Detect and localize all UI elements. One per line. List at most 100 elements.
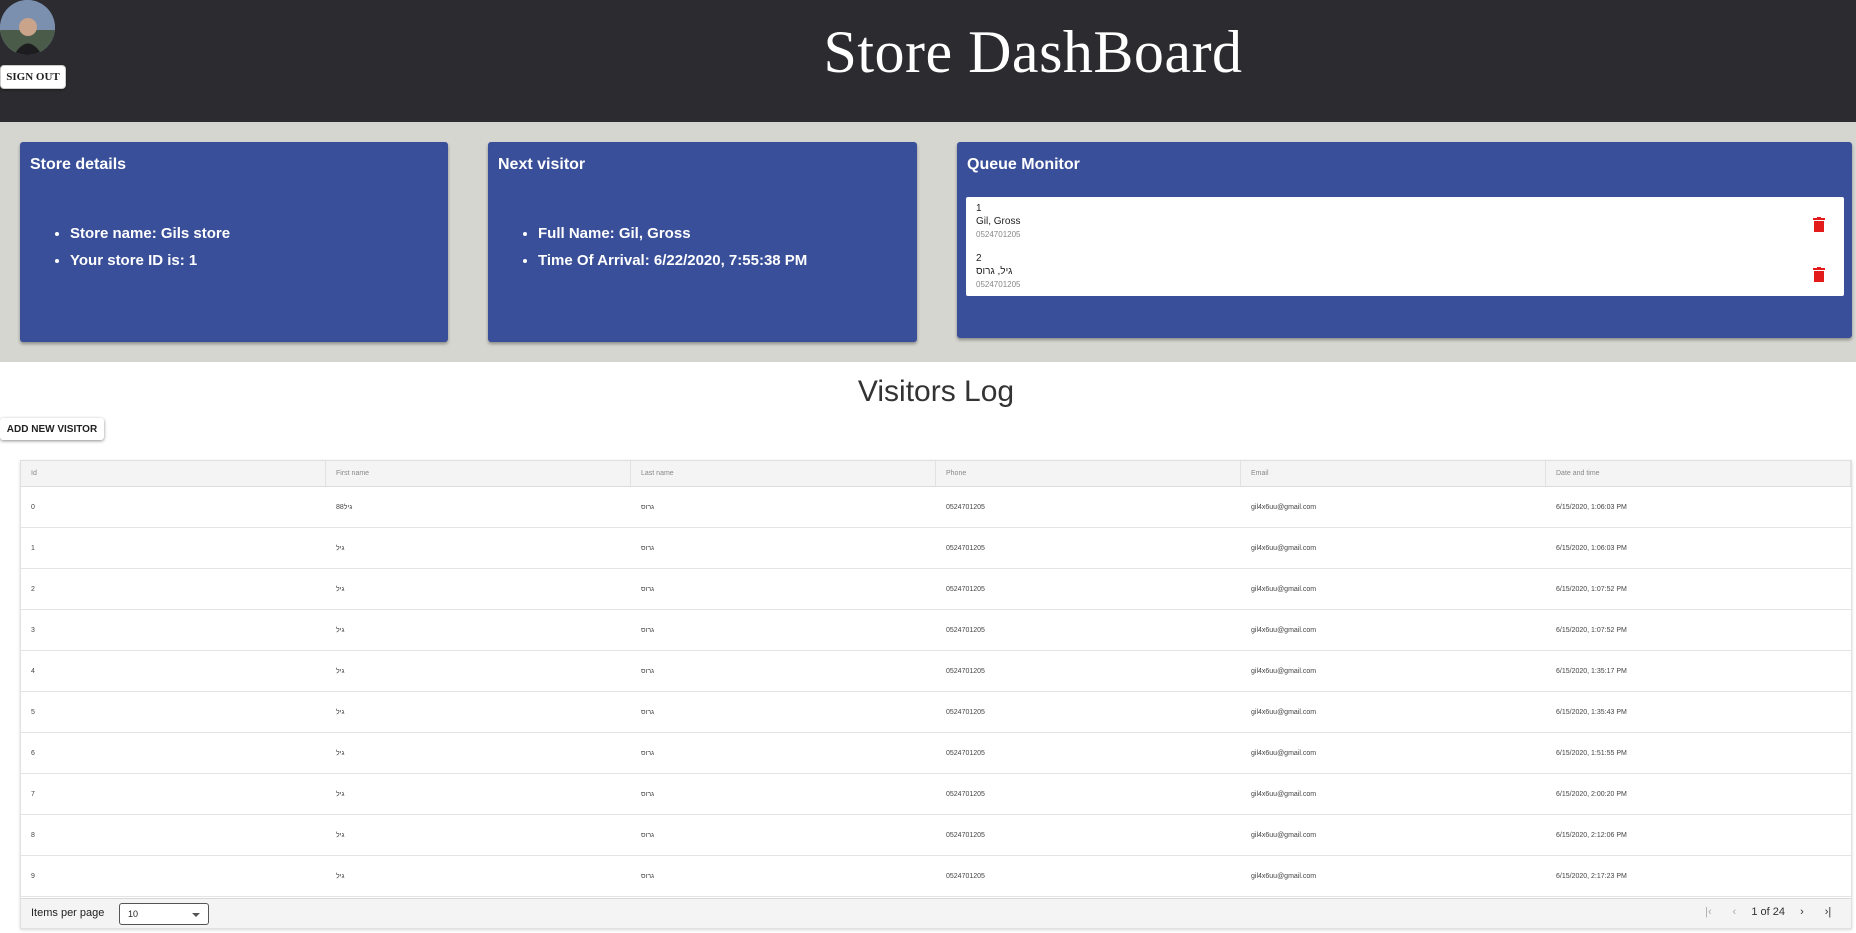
cell-email: gil4x6uu@gmail.com: [1251, 627, 1317, 634]
column-header-date-time[interactable]: Date and time: [1546, 461, 1851, 486]
cell-last-name: גרוס: [641, 709, 655, 716]
page-title: Store DashBoard: [823, 19, 1243, 85]
cell-date-time: 6/15/2020, 1:35:43 PM: [1556, 709, 1627, 716]
delete-icon[interactable]: [1812, 267, 1826, 282]
cell-email: gil4x6uu@gmail.com: [1251, 504, 1317, 511]
cell-last-name: גרוס: [641, 627, 655, 634]
next-visitor-name: Full Name: Gil, Gross: [538, 220, 807, 247]
cell-id: 4: [31, 668, 35, 675]
cell-date-time: 6/15/2020, 1:51:55 PM: [1556, 750, 1627, 757]
chevron-down-icon: [192, 913, 200, 917]
next-page-icon[interactable]: ›: [1789, 906, 1815, 918]
cell-email: gil4x6uu@gmail.com: [1251, 791, 1317, 798]
cell-last-name: גרוס: [641, 545, 655, 552]
queue-item-phone: 0524701205: [976, 280, 1021, 289]
table-row[interactable]: 7 גיל גרוס 0524701205 gil4x6uu@gmail.com 6/15…: [21, 774, 1851, 815]
table-row[interactable]: 9 גיל גרוס 0524701205 gil4x6uu@gmail.com 6/15…: [21, 856, 1851, 897]
table-body: 0 88גיל גרוס 0524701205 gil4x6uu@gmail.com 6/…: [21, 487, 1851, 897]
cell-phone: 0524701205: [946, 791, 985, 798]
cell-id: 3: [31, 627, 35, 634]
table-row[interactable]: 4 גיל גרוס 0524701205 gil4x6uu@gmail.com 6/15…: [21, 651, 1851, 692]
cell-phone: 0524701205: [946, 873, 985, 880]
store-details-card: Store details Store name: Gils store You…: [20, 142, 448, 342]
cell-first-name: גיל: [336, 545, 345, 552]
cell-phone: 0524701205: [946, 832, 985, 839]
table-row[interactable]: 8 גיל גרוס 0524701205 gil4x6uu@gmail.com 6/15…: [21, 815, 1851, 856]
table-row[interactable]: 3 גיל גרוס 0524701205 gil4x6uu@gmail.com 6/15…: [21, 610, 1851, 651]
cell-date-time: 6/15/2020, 1:06:03 PM: [1556, 504, 1627, 511]
cell-last-name: גרוס: [641, 750, 655, 757]
cell-date-time: 6/15/2020, 1:35:17 PM: [1556, 668, 1627, 675]
store-name-item: Store name: Gils store: [70, 220, 230, 247]
queue-item-name: גיל, גרוס: [976, 266, 1013, 277]
cell-email: gil4x6uu@gmail.com: [1251, 709, 1317, 716]
cell-first-name: 88גיל: [336, 504, 353, 511]
pagination: |‹ ‹ 1 of 24 › ›|: [1695, 906, 1841, 918]
queue-item-number: 2: [976, 253, 982, 264]
last-page-icon[interactable]: ›|: [1815, 906, 1841, 918]
cell-last-name: גרוס: [641, 832, 655, 839]
queue-item: 1 Gil, Gross 0524701205: [976, 202, 1826, 247]
column-header-id[interactable]: Id: [21, 461, 326, 486]
visitors-log-title: Visitors Log: [857, 375, 1015, 408]
cell-date-time: 6/15/2020, 2:17:23 PM: [1556, 873, 1627, 880]
cell-first-name: גיל: [336, 873, 345, 880]
items-per-page-select[interactable]: 10: [119, 903, 209, 925]
items-per-page-value: 10: [128, 909, 139, 919]
queue-item-phone: 0524701205: [976, 230, 1021, 239]
queue-monitor-title: Queue Monitor: [967, 156, 1080, 173]
cell-first-name: גיל: [336, 627, 345, 634]
cell-first-name: גיל: [336, 709, 345, 716]
cell-phone: 0524701205: [946, 668, 985, 675]
queue-monitor-card: Queue Monitor 1 Gil, Gross 0524701205 2 …: [957, 142, 1852, 338]
visitors-table: Id First name Last name Phone Email Date…: [20, 460, 1852, 929]
table-row[interactable]: 0 88גיל גרוס 0524701205 gil4x6uu@gmail.com 6/…: [21, 487, 1851, 528]
column-header-email[interactable]: Email: [1241, 461, 1546, 486]
queue-item: 2 גיל, גרוס 0524701205: [976, 252, 1826, 297]
cell-email: gil4x6uu@gmail.com: [1251, 873, 1317, 880]
delete-icon[interactable]: [1812, 217, 1826, 232]
table-row[interactable]: 6 גיל גרוס 0524701205 gil4x6uu@gmail.com 6/15…: [21, 733, 1851, 774]
queue-list: 1 Gil, Gross 0524701205 2 גיל, גרוס 0524…: [966, 197, 1844, 296]
page-info: 1 of 24: [1751, 906, 1785, 918]
cell-phone: 0524701205: [946, 750, 985, 757]
table-row[interactable]: 5 גיל גרוס 0524701205 gil4x6uu@gmail.com 6/15…: [21, 692, 1851, 733]
store-id-item: Your store ID is: 1: [70, 247, 230, 274]
cell-id: 5: [31, 709, 35, 716]
next-visitor-card: Next visitor Full Name: Gil, Gross Time …: [488, 142, 917, 342]
cell-phone: 0524701205: [946, 504, 985, 511]
table-row[interactable]: 1 גיל גרוס 0524701205 gil4x6uu@gmail.com 6/15…: [21, 528, 1851, 569]
cell-id: 2: [31, 586, 35, 593]
table-header: Id First name Last name Phone Email Date…: [21, 461, 1851, 487]
first-page-icon[interactable]: |‹: [1695, 906, 1721, 918]
cell-phone: 0524701205: [946, 627, 985, 634]
next-visitor-arrival: Time Of Arrival: 6/22/2020, 7:55:38 PM: [538, 247, 807, 274]
cell-last-name: גרוס: [641, 586, 655, 593]
cell-id: 1: [31, 545, 35, 552]
queue-item-number: 1: [976, 203, 982, 214]
queue-item-name: Gil, Gross: [976, 216, 1021, 227]
column-header-last-name[interactable]: Last name: [631, 461, 936, 486]
cell-last-name: גרוס: [641, 873, 655, 880]
column-header-phone[interactable]: Phone: [936, 461, 1241, 486]
table-footer: Items per page 10 |‹ ‹ 1 of 24 › ›|: [21, 898, 1851, 928]
cell-id: 7: [31, 791, 35, 798]
cell-email: gil4x6uu@gmail.com: [1251, 545, 1317, 552]
items-per-page-label: Items per page: [31, 907, 105, 919]
add-new-visitor-button[interactable]: ADD NEW VISITOR: [0, 418, 104, 440]
cards-section: Store details Store name: Gils store You…: [0, 122, 1856, 362]
cell-date-time: 6/15/2020, 1:07:52 PM: [1556, 586, 1627, 593]
store-details-title: Store details: [30, 156, 127, 173]
cell-id: 6: [31, 750, 35, 757]
next-visitor-title: Next visitor: [498, 156, 586, 173]
cell-first-name: גיל: [336, 586, 345, 593]
cell-first-name: גיל: [336, 750, 345, 757]
cell-email: gil4x6uu@gmail.com: [1251, 668, 1317, 675]
cell-date-time: 6/15/2020, 1:06:03 PM: [1556, 545, 1627, 552]
cell-email: gil4x6uu@gmail.com: [1251, 832, 1317, 839]
column-header-first-name[interactable]: First name: [326, 461, 631, 486]
cell-first-name: גיל: [336, 832, 345, 839]
table-row[interactable]: 2 גיל גרוס 0524701205 gil4x6uu@gmail.com 6/15…: [21, 569, 1851, 610]
previous-page-icon[interactable]: ‹: [1721, 906, 1747, 918]
cell-email: gil4x6uu@gmail.com: [1251, 750, 1317, 757]
